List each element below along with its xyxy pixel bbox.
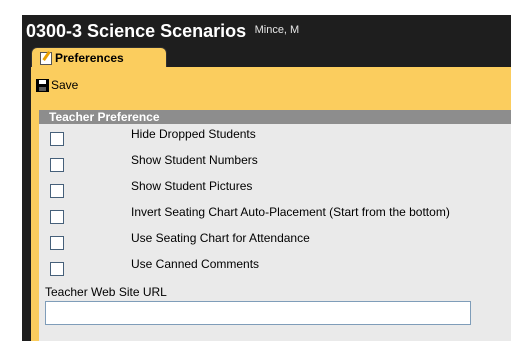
option-row: Show Student Numbers <box>39 150 511 176</box>
teacher-name: Mince, M <box>254 24 300 36</box>
show-student-pictures-checkbox[interactable] <box>50 184 64 198</box>
save-label: Save <box>51 78 79 92</box>
preferences-panel: Save Teacher Preference Hide Dropped Stu… <box>31 67 511 341</box>
option-label: Hide Dropped Students <box>131 127 256 141</box>
preferences-icon <box>40 51 52 65</box>
option-label: Show Student Numbers <box>131 153 258 167</box>
app-window: 0300-3 Science Scenarios Mince, M Prefer… <box>22 15 511 341</box>
option-row: Use Canned Comments <box>39 254 511 280</box>
teacher-preference-section: Teacher Preference Hide Dropped Students… <box>39 110 511 341</box>
option-row: Show Student Pictures <box>39 176 511 202</box>
tab-preferences-label: Preferences <box>55 51 124 65</box>
web-site-url-label: Teacher Web Site URL <box>45 285 167 299</box>
seating-chart-attendance-checkbox[interactable] <box>50 236 64 250</box>
canned-comments-checkbox[interactable] <box>50 262 64 276</box>
floppy-disk-icon <box>36 78 49 92</box>
option-label: Show Student Pictures <box>131 179 253 193</box>
save-button[interactable]: Save <box>36 76 78 94</box>
option-label: Invert Seating Chart Auto-Placement (Sta… <box>131 205 450 219</box>
course-title: 0300-3 Science Scenarios <box>26 21 247 41</box>
option-row: Hide Dropped Students <box>39 124 511 150</box>
option-label: Use Canned Comments <box>131 257 260 271</box>
web-site-url-input[interactable] <box>45 301 471 325</box>
invert-seating-chart-checkbox[interactable] <box>50 210 64 224</box>
window-title: 0300-3 Science Scenarios Mince, M <box>26 21 299 45</box>
hide-dropped-students-checkbox[interactable] <box>50 132 64 146</box>
tab-preferences[interactable]: Preferences <box>31 47 167 68</box>
show-student-numbers-checkbox[interactable] <box>50 158 64 172</box>
option-label: Use Seating Chart for Attendance <box>131 231 310 245</box>
option-row: Invert Seating Chart Auto-Placement (Sta… <box>39 202 511 228</box>
section-header: Teacher Preference <box>39 110 511 124</box>
option-row: Use Seating Chart for Attendance <box>39 228 511 254</box>
